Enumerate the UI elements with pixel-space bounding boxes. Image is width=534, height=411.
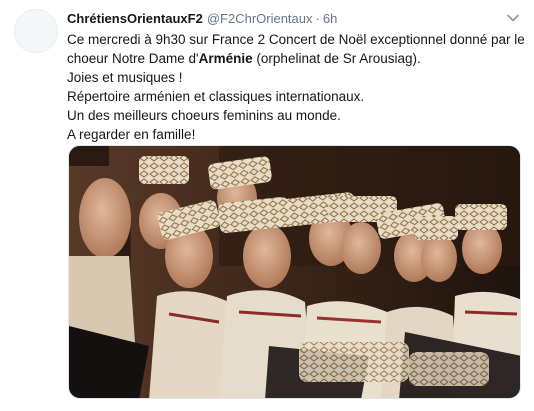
tweet-header: ChrétiensOrientauxF2 @F2ChrOrientaux · 6h	[67, 10, 494, 28]
tweet-text-segment: choeur Notre Dame d'	[67, 51, 199, 66]
avatar[interactable]	[14, 9, 58, 53]
tweet-text: Ce mercredi à 9h30 sur France 2 Concert …	[67, 30, 525, 144]
display-name[interactable]: ChrétiensOrientauxF2	[67, 11, 203, 26]
tweet-text-line: choeur Notre Dame d'Arménie (orphelinat …	[67, 49, 525, 68]
tweet-text-line: Ce mercredi à 9h30 sur France 2 Concert …	[67, 32, 525, 47]
tweet-text-line: Un des meilleurs choeurs feminins au mon…	[67, 108, 341, 123]
tweet-text-line: Répertoire arménien et classiques intern…	[67, 89, 365, 104]
user-handle[interactable]: @F2ChrOrientaux	[207, 11, 313, 26]
tweet-timestamp[interactable]: 6h	[323, 11, 337, 26]
tweet-text-bold: Arménie	[198, 51, 253, 66]
tweet-text-segment: (orphelinat de Sr Arousiag).	[252, 51, 421, 66]
tweet-text-line: Joies et musiques !	[67, 70, 183, 85]
tweet-text-line: A regarder en famille!	[67, 127, 196, 142]
tweet: ChrétiensOrientauxF2 @F2ChrOrientaux · 6h C…	[0, 0, 534, 411]
chevron-down-icon[interactable]	[506, 11, 520, 25]
choir-photo	[69, 146, 520, 398]
separator-dot: ·	[315, 11, 320, 26]
tweet-media-photo[interactable]	[68, 145, 521, 399]
